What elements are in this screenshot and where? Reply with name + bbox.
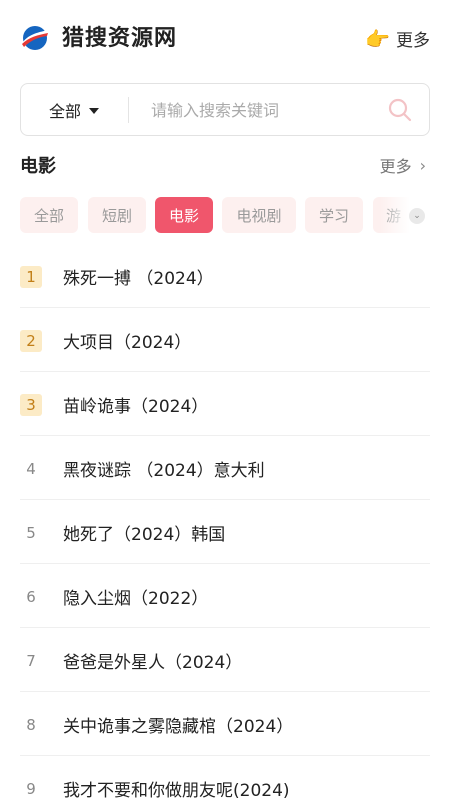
pointing-hand-icon: 👉 [365, 26, 390, 51]
item-title: 殊死一搏 （2024） [63, 269, 214, 289]
list-item[interactable]: 1 殊死一搏 （2024） [20, 244, 430, 308]
rank-number: 9 [26, 780, 36, 798]
item-title: 大项目（2024） [63, 333, 192, 353]
caret-down-icon [89, 107, 100, 114]
rank-number: 4 [26, 460, 36, 478]
section-more-link[interactable]: 更多 › [380, 153, 426, 177]
tab-movie[interactable]: 电影 [155, 197, 213, 233]
header-more-label: 更多 [396, 31, 430, 51]
search-icon[interactable] [387, 97, 413, 123]
logo-icon [22, 26, 49, 50]
item-title: 黑夜谜踪 （2024）意大利 [63, 461, 265, 481]
app-title: 猎搜资源网 [62, 26, 178, 51]
rank-number: 8 [26, 716, 36, 734]
rank-number: 5 [26, 524, 36, 542]
tabs-expand-button[interactable]: ⌄ [409, 208, 425, 224]
tab-tv-series[interactable]: 电视剧 [222, 197, 296, 233]
search-scope-dropdown[interactable]: 全部 [49, 84, 100, 135]
list-item[interactable]: 9 我才不要和你做朋友呢(2024) [20, 756, 430, 800]
tab-all[interactable]: 全部 [20, 197, 78, 233]
chevron-down-icon: ⌄ [413, 210, 421, 221]
search-input[interactable] [151, 94, 371, 126]
list-item[interactable]: 8 关中诡事之雾隐藏棺（2024） [20, 692, 430, 756]
chevron-right-icon: › [419, 155, 426, 175]
item-title: 她死了（2024）韩国 [63, 525, 226, 545]
rank-number: 6 [26, 588, 36, 606]
search-bar: 全部 [20, 83, 430, 136]
app-header: 猎搜资源网 👉 更多 [0, 0, 450, 76]
item-title: 爸爸是外星人（2024） [63, 653, 243, 673]
item-title: 我才不要和你做朋友呢(2024) [63, 781, 290, 800]
section-more-label: 更多 [379, 157, 412, 176]
tab-short-drama[interactable]: 短剧 [88, 197, 146, 233]
list-item[interactable]: 7 爸爸是外星人（2024） [20, 628, 430, 692]
section-header: 电影 更多 › [20, 150, 430, 180]
list-item[interactable]: 5 她死了（2024）韩国 [20, 500, 430, 564]
category-tabs: 全部 短剧 电影 电视剧 学习 游 [20, 197, 430, 233]
rank-badge: 2 [20, 330, 42, 352]
search-divider [128, 97, 129, 123]
item-title: 关中诡事之雾隐藏棺（2024） [63, 717, 294, 737]
search-scope-label: 全部 [49, 101, 82, 121]
item-title: 苗岭诡事（2024） [63, 397, 209, 417]
list-item[interactable]: 3 苗岭诡事（2024） [20, 372, 430, 436]
header-more-button[interactable]: 👉 更多 [365, 26, 430, 52]
list-item[interactable]: 4 黑夜谜踪 （2024）意大利 [20, 436, 430, 500]
rank-badge: 1 [20, 266, 42, 288]
section-title: 电影 [20, 156, 56, 177]
rank-badge: 3 [20, 394, 42, 416]
tab-study[interactable]: 学习 [305, 197, 363, 233]
ranking-list: 1 殊死一搏 （2024） 2 大项目（2024） 3 苗岭诡事（2024） 4… [20, 244, 430, 800]
list-item[interactable]: 2 大项目（2024） [20, 308, 430, 372]
rank-number: 7 [26, 652, 36, 670]
list-item[interactable]: 6 隐入尘烟（2022） [20, 564, 430, 628]
item-title: 隐入尘烟（2022） [63, 589, 209, 609]
